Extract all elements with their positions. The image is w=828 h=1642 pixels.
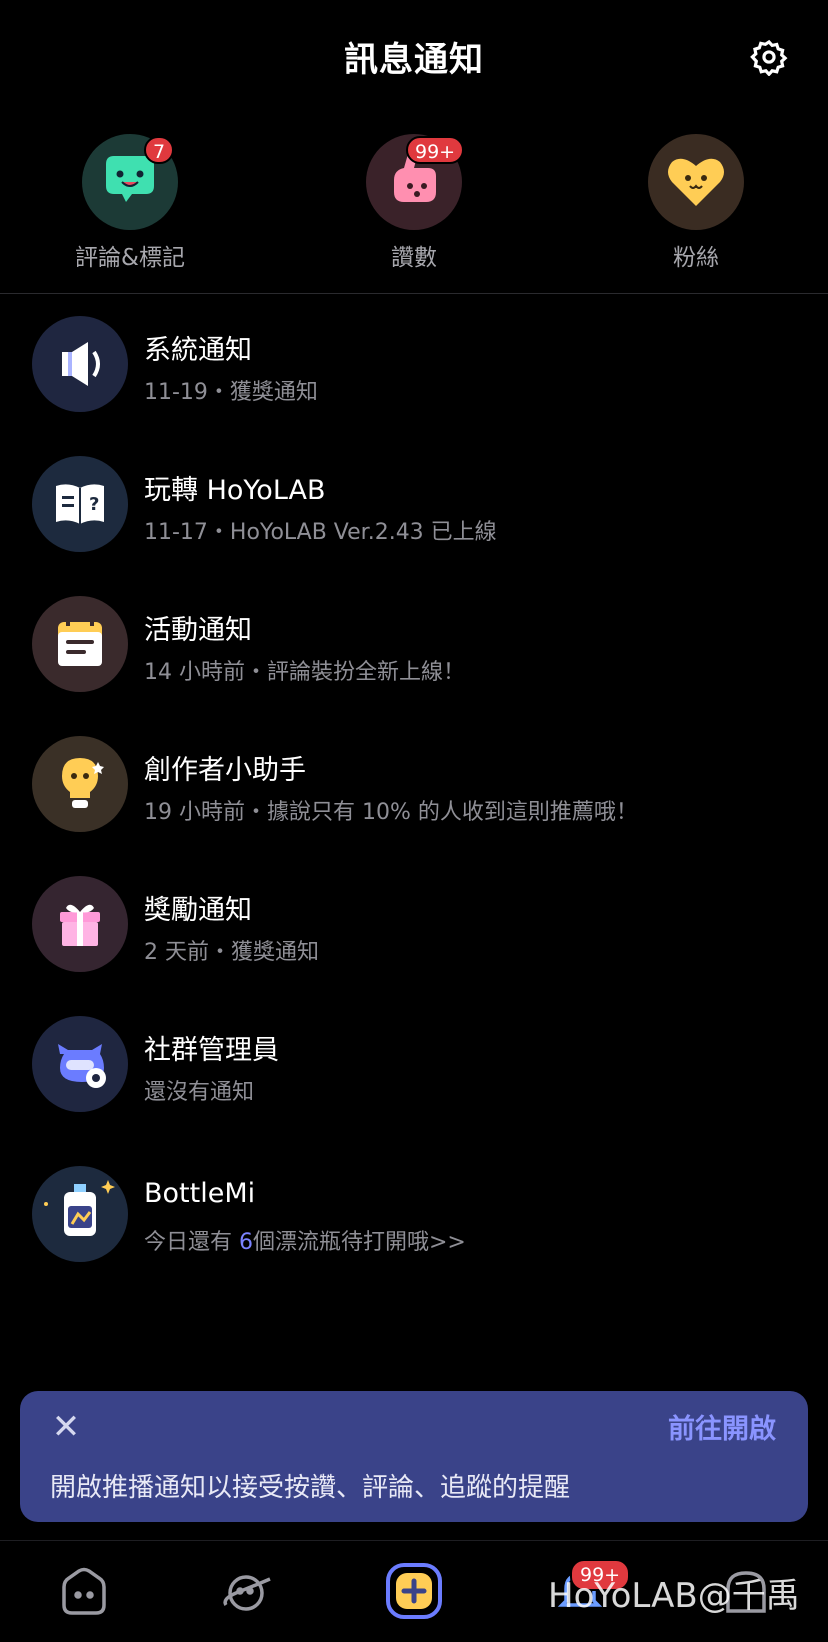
bottle-meta-suffix: 個漂流瓶待打開哦>> [253,1230,466,1255]
comments-badge: 7 [144,136,175,164]
bottle-meta-prefix: 今日還有 [144,1230,239,1255]
megaphone-icon [32,316,128,412]
push-permission-banner: ✕ 前往開啟 開啟推播通知以接受按讚、評論、追蹤的提醒 [20,1391,808,1522]
help-book-icon: ? [32,456,128,552]
planet-icon[interactable] [218,1561,278,1621]
close-icon[interactable]: ✕ [48,1409,84,1445]
quick-label-comments: 評論&標記 [75,245,185,271]
list-item-hoyolab-guide[interactable]: ? 玩轉 HoYoLAB 11-17・HoYoLAB Ver.2.43 已上線 [0,456,828,556]
quick-followers[interactable]: 粉絲 [606,134,786,272]
list-item-title: 系統通知 [144,335,252,366]
list-item-events[interactable]: 活動通知 14 小時前・評論裝扮全新上線！ [0,596,828,696]
list-item-title: 社群管理員 [144,1035,279,1066]
list-item-moderator[interactable]: 社群管理員 還沒有通知 [0,1016,828,1116]
moderator-mascot-icon [32,1016,128,1112]
tab-notifications[interactable]: 99+ [550,1559,631,1621]
quick-label-followers: 粉絲 [673,245,719,271]
list-item-creator-assistant[interactable]: 創作者小助手 19 小時前・據說只有 10% 的人收到這則推薦哦！ [0,736,828,836]
profile-icon[interactable] [716,1561,776,1621]
list-item-meta: 還沒有通知 [144,1080,255,1105]
likes-badge: 99+ [406,136,465,164]
page-title: 訊息通知 [344,40,484,80]
list-item-title: 活動通知 [144,615,252,646]
list-item-meta: 14 小時前・評論裝扮全新上線！ [144,660,465,685]
heart-face-icon [668,158,724,206]
list-item-title: 創作者小助手 [144,755,306,786]
add-post-icon[interactable] [384,1561,444,1621]
bottle-icon [32,1166,128,1262]
enable-push-button[interactable]: 前往開啟 [668,1407,776,1446]
divider [0,293,828,294]
list-item-meta: 2 天前・獲獎通知 [144,940,319,965]
list-item-title: 玩轉 HoYoLAB [144,475,326,506]
list-item-system[interactable]: 系統通知 11-19・獲獎通知 [0,316,828,416]
bottom-tab-bar: 99+ [0,1540,828,1642]
quick-label-likes: 讚數 [391,245,437,271]
list-item-meta: 11-19・獲獎通知 [144,380,318,405]
list-item-meta: 今日還有 6個漂流瓶待打開哦>> [144,1224,466,1256]
home-icon[interactable] [54,1561,114,1621]
bottle-count: 6 [239,1230,253,1255]
list-item-meta: 11-17・HoYoLAB Ver.2.43 已上線 [144,520,497,545]
list-item-meta: 19 小時前・據說只有 10% 的人收到這則推薦哦！ [144,800,638,825]
list-item-title: 獎勵通知 [144,895,252,926]
gear-icon[interactable] [750,38,788,76]
banner-message: 開啟推播通知以接受按讚、評論、追蹤的提醒 [50,1473,571,1503]
quick-actions: 7 評論&標記 99+ 讚數 粉絲 [0,134,828,294]
quick-comments-tags[interactable]: 7 評論&標記 [40,134,220,272]
list-item-bottlemi[interactable]: BottleMi 今日還有 6個漂流瓶待打開哦>> [0,1166,828,1266]
header: 訊息通知 [0,0,828,116]
list-item-title: BottleMi [144,1178,256,1209]
quick-likes[interactable]: 99+ 讚數 [324,134,504,272]
notifications-badge: 99+ [570,1559,631,1591]
svg-text:?: ? [89,494,99,515]
gift-icon [32,876,128,972]
list-item-rewards[interactable]: 獎勵通知 2 天前・獲獎通知 [0,876,828,976]
lightbulb-mascot-icon [32,736,128,832]
calendar-icon [32,596,128,692]
